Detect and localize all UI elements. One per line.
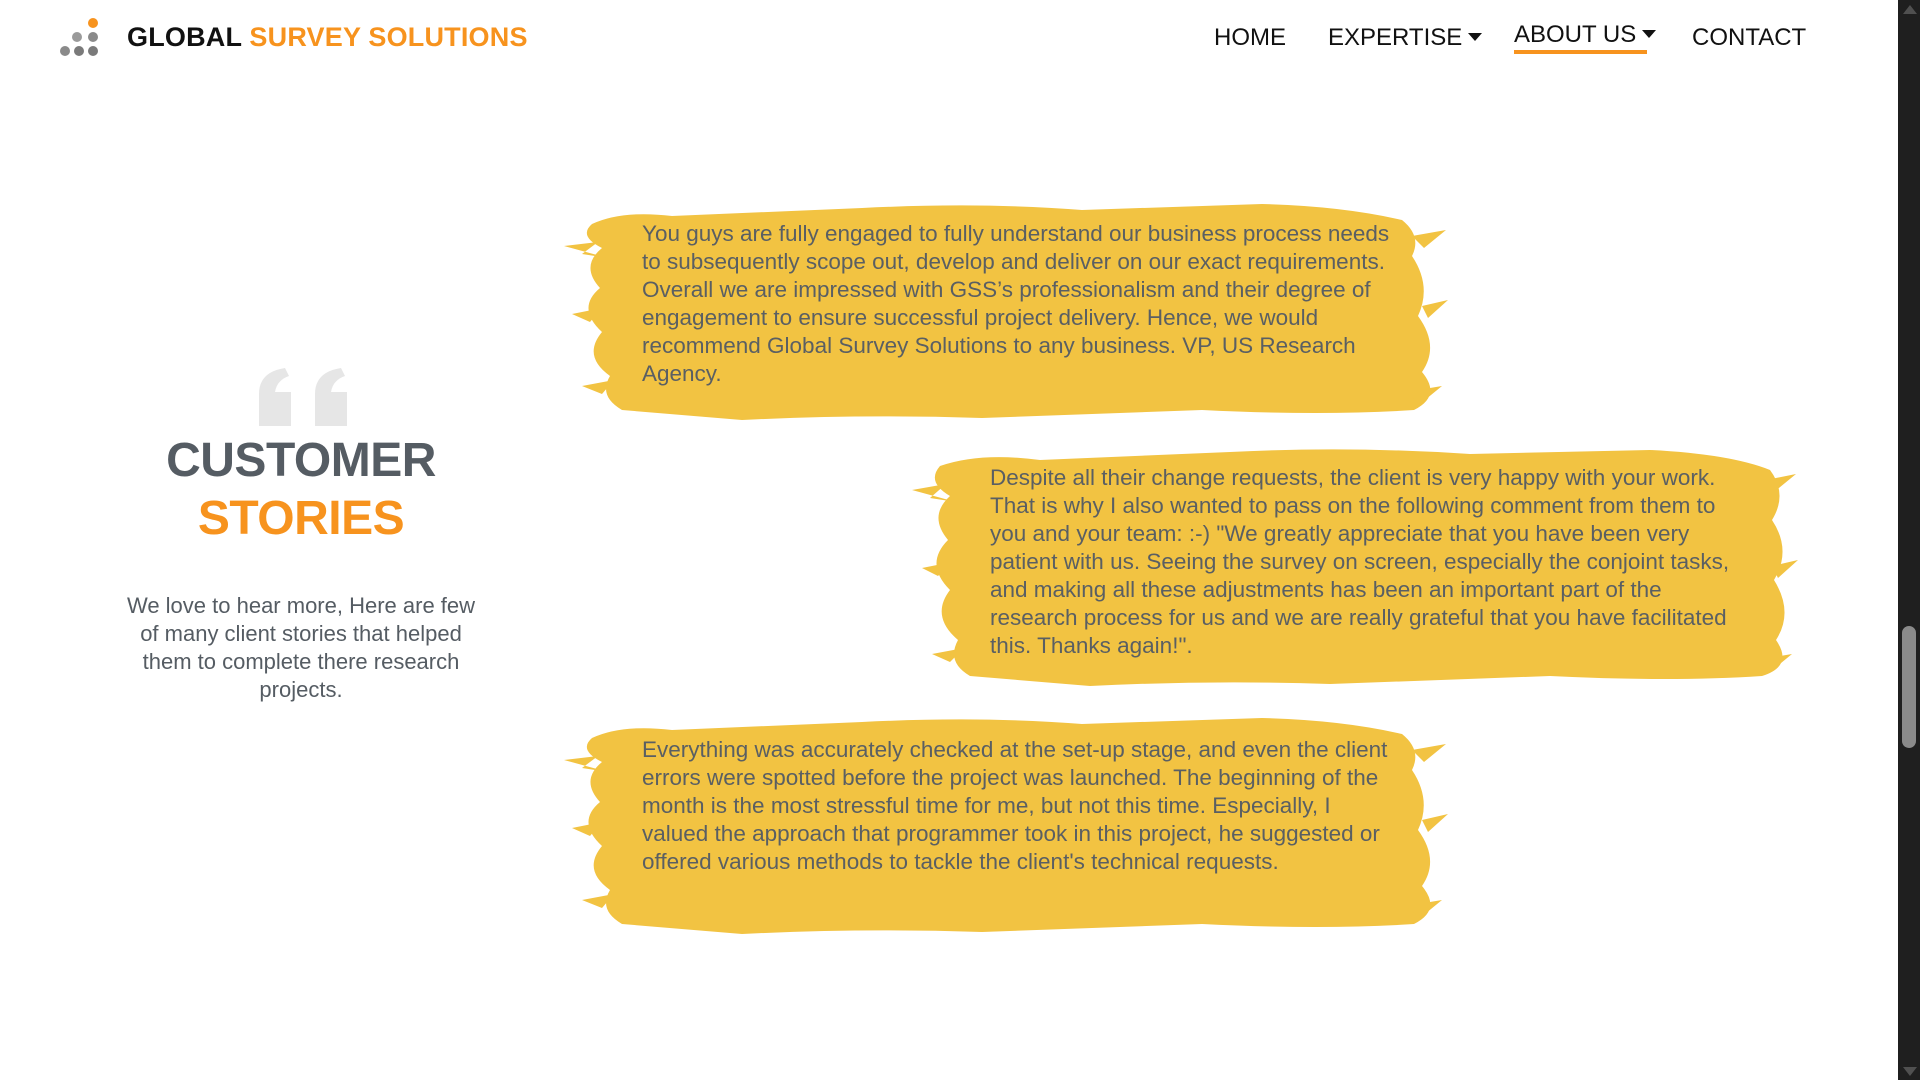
nav-contact[interactable]: CONTACT (1692, 24, 1806, 52)
nav-home[interactable]: HOME (1214, 24, 1286, 52)
scroll-down-arrow-icon[interactable] (1903, 1067, 1917, 1076)
testimonial-card: Despite all their change requests, the c… (910, 440, 1800, 696)
testimonial-card: Everything was accurately checked at the… (562, 710, 1450, 942)
testimonial-text: Despite all their change requests, the c… (990, 465, 1730, 658)
active-nav-underline (1514, 50, 1647, 54)
quote-icon (259, 368, 347, 426)
page-scrollbar[interactable] (1898, 0, 1920, 1080)
dots-logo-icon[interactable] (58, 18, 102, 58)
scroll-up-arrow-icon[interactable] (1903, 5, 1917, 14)
site-header: GLOBAL SURVEY SOLUTIONS HOME EXPERTISE A… (0, 0, 1898, 80)
brand-name[interactable]: GLOBAL SURVEY SOLUTIONS (127, 22, 528, 53)
testimonial-text: You guys are fully engaged to fully unde… (642, 221, 1390, 386)
caret-down-icon (1642, 29, 1657, 38)
scrollbar-track[interactable] (1898, 0, 1920, 1080)
testimonial-text: Everything was accurately checked at the… (642, 737, 1388, 874)
testimonial-card: You guys are fully engaged to fully unde… (562, 196, 1450, 428)
nav-contact-label: CONTACT (1692, 24, 1807, 51)
nav-home-label: HOME (1214, 24, 1286, 51)
caret-down-icon (1468, 32, 1483, 41)
nav-expertise-label: EXPERTISE (1328, 24, 1463, 51)
nav-expertise[interactable]: EXPERTISE (1328, 24, 1483, 52)
nav-about-us-label: ABOUT US (1514, 21, 1637, 48)
stories-title-line-2: STORIES (197, 492, 405, 545)
scrollbar-thumb[interactable] (1902, 626, 1916, 748)
brand-part-1: GLOBAL (127, 22, 242, 52)
brand-part-2: SURVEY SOLUTIONS (249, 22, 528, 52)
nav-about-us[interactable]: ABOUT US (1514, 21, 1657, 49)
stories-title-line-1: CUSTOMER (166, 434, 436, 487)
stories-description: We love to hear more, Here are few of ma… (126, 593, 476, 702)
